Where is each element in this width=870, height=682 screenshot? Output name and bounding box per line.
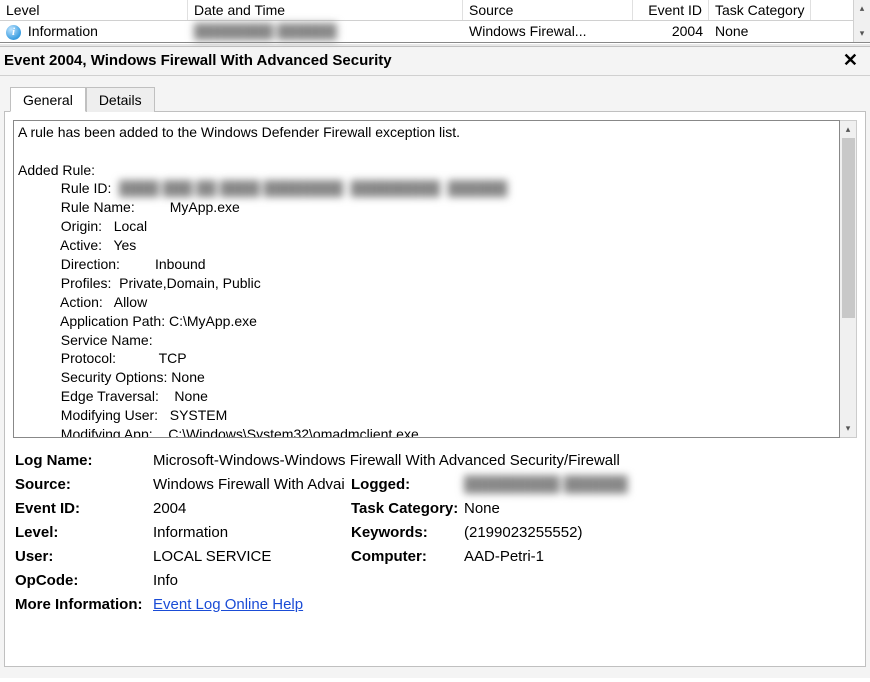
col-level[interactable]: Level <box>0 0 188 20</box>
description-scrollbar[interactable]: ▴ ▾ <box>840 120 857 438</box>
taskcat-value: None <box>464 500 855 517</box>
user-value: LOCAL SERVICE <box>153 548 351 565</box>
level-value: Information <box>153 524 351 541</box>
computer-label: Computer: <box>351 548 464 565</box>
log-name-value: Microsoft-Windows-Windows Firewall With … <box>153 452 855 469</box>
cell-task: None <box>709 22 754 40</box>
tab-general[interactable]: General <box>10 87 86 112</box>
computer-value: AAD-Petri-1 <box>464 548 855 565</box>
cell-level-text: Information <box>28 23 98 39</box>
cell-level: i Information <box>0 22 188 41</box>
moreinfo-label: More Information: <box>15 596 175 613</box>
col-date[interactable]: Date and Time <box>188 0 463 20</box>
logged-label: Logged: <box>351 476 464 493</box>
keywords-value: (2199023255552) <box>464 524 855 541</box>
level-label: Level: <box>15 524 153 541</box>
tab-panel-general: A rule has been added to the Windows Def… <box>4 111 866 667</box>
opcode-label: OpCode: <box>15 572 153 589</box>
log-name-label: Log Name: <box>15 452 153 469</box>
close-icon[interactable]: ✕ <box>839 50 862 71</box>
grid-header: Level Date and Time Source Event ID Task… <box>0 0 853 21</box>
eventid-label: Event ID: <box>15 500 153 517</box>
scroll-thumb[interactable] <box>842 138 855 318</box>
tab-details[interactable]: Details <box>86 87 155 112</box>
col-source[interactable]: Source <box>463 0 633 20</box>
user-label: User: <box>15 548 153 565</box>
scroll-up-icon[interactable]: ▴ <box>860 0 865 17</box>
event-description[interactable]: A rule has been added to the Windows Def… <box>13 120 840 438</box>
taskcat-label: Task Category: <box>351 500 464 517</box>
information-icon: i <box>6 25 21 40</box>
col-task[interactable]: Task Category <box>709 0 811 20</box>
detail-title: Event 2004, Windows Firewall With Advanc… <box>4 52 839 69</box>
event-list: Level Date and Time Source Event ID Task… <box>0 0 870 43</box>
detail-body: General Details A rule has been added to… <box>0 76 870 678</box>
source-value: Windows Firewall With Advai <box>153 476 351 493</box>
source-label: Source: <box>15 476 153 493</box>
opcode-value: Info <box>153 572 855 589</box>
event-metadata: Log Name: Microsoft-Windows-Windows Fire… <box>13 452 857 613</box>
detail-header: Event 2004, Windows Firewall With Advanc… <box>0 47 870 76</box>
logged-value: █████████ ██████ <box>464 476 855 493</box>
col-eventid[interactable]: Event ID <box>633 0 709 20</box>
keywords-label: Keywords: <box>351 524 464 541</box>
tab-strip: General Details <box>10 86 866 111</box>
scroll-up-icon[interactable]: ▴ <box>846 121 851 138</box>
scroll-down-icon[interactable]: ▾ <box>860 25 865 42</box>
cell-eventid: 2004 <box>633 22 709 40</box>
event-list-scrollbar[interactable]: ▴ ▾ <box>853 0 870 42</box>
scroll-down-icon[interactable]: ▾ <box>846 420 851 437</box>
eventid-value: 2004 <box>153 500 351 517</box>
event-row[interactable]: i Information ████████ ██████ Windows Fi… <box>0 21 853 42</box>
event-log-online-help-link[interactable]: Event Log Online Help <box>153 596 303 613</box>
cell-date: ████████ ██████ <box>188 22 463 40</box>
cell-source: Windows Firewal... <box>463 22 633 40</box>
